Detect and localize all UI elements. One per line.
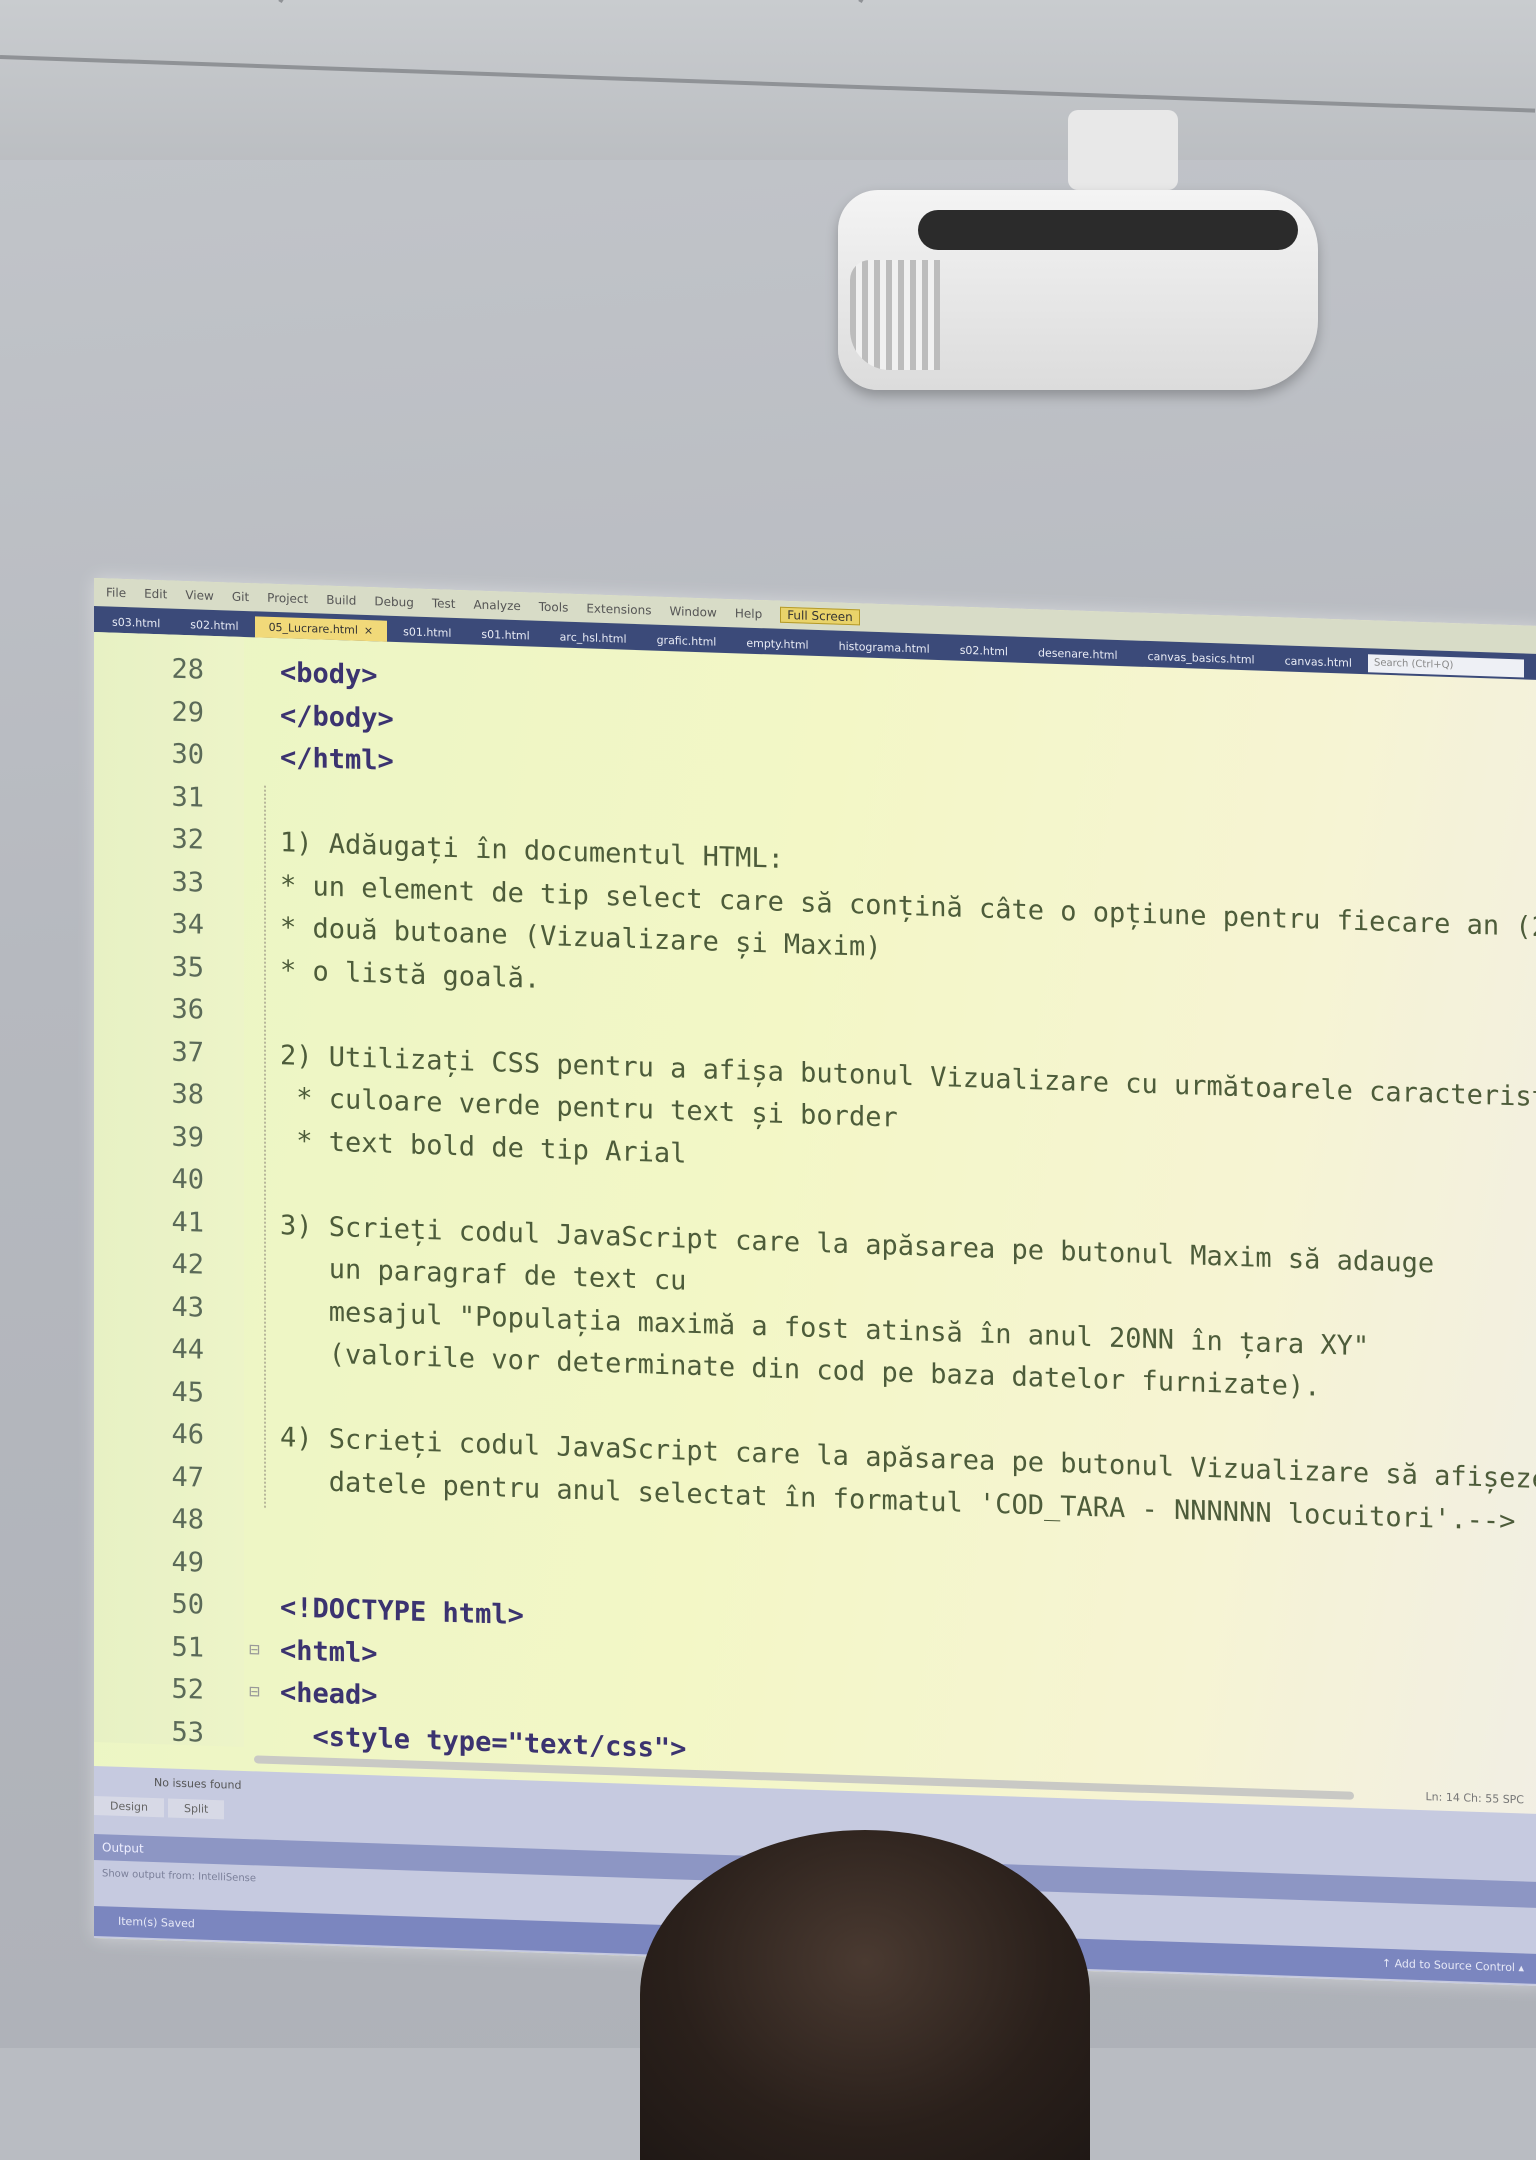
close-icon[interactable]: × xyxy=(364,624,373,637)
output-source-select[interactable]: Show output from: IntelliSense xyxy=(102,1868,256,1884)
line-number: 43 xyxy=(171,1291,204,1324)
projector-top-panel xyxy=(918,210,1298,250)
tab-s01-html[interactable]: s01.html xyxy=(389,621,465,645)
code-text: <head> xyxy=(280,1677,378,1712)
tab-grafic-html[interactable]: grafic.html xyxy=(643,629,731,653)
line-number: 32 xyxy=(171,823,204,856)
tab-label: empty.html xyxy=(746,636,809,652)
tab-label: arc_hsl.html xyxy=(559,630,627,646)
code-editor[interactable]: 28 <body> 29 </body> 30 </html> 31 32 1) Adăugaț… xyxy=(94,632,1536,1790)
menu-item-build[interactable]: Build xyxy=(326,593,356,608)
line-number: 52 xyxy=(171,1673,204,1706)
menu-item-help[interactable]: Help xyxy=(735,606,762,621)
add-to-source-control-button[interactable]: ↑ Add to Source Control ▴ xyxy=(1382,1949,1524,1984)
cursor-position: Ln: 14 Ch: 55 SPC xyxy=(1425,1790,1524,1807)
tab-label: s03.html xyxy=(112,615,161,631)
line-number: 36 xyxy=(171,993,204,1026)
menu-item-file[interactable]: File xyxy=(106,585,126,600)
fold-toggle-icon[interactable]: ⊟ xyxy=(249,1629,260,1671)
tab-label: s01.html xyxy=(481,627,530,643)
tab-s02-html[interactable]: s02.html xyxy=(946,639,1022,663)
fold-toggle-icon[interactable]: ⊟ xyxy=(249,1671,260,1713)
line-number: 46 xyxy=(171,1418,204,1451)
projector xyxy=(838,110,1318,395)
menu-item-view[interactable]: View xyxy=(185,588,213,603)
menu-item-project[interactable]: Project xyxy=(267,591,308,606)
ceiling-seam xyxy=(0,55,1536,113)
tab-label: s01.html xyxy=(403,625,452,640)
line-number: 50 xyxy=(171,1588,204,1621)
line-number: 40 xyxy=(171,1163,204,1196)
projector-vents xyxy=(850,260,940,370)
code-text: </body> xyxy=(280,699,394,735)
line-number: 28 xyxy=(171,653,204,686)
tab-design[interactable]: Design xyxy=(94,1796,164,1818)
issues-indicator[interactable]: No issues found xyxy=(154,1776,241,1792)
code-text: <html> xyxy=(280,1634,378,1669)
line-number: 47 xyxy=(171,1461,204,1494)
line-number: 30 xyxy=(171,738,204,771)
line-number: 33 xyxy=(171,866,204,899)
menu-item-tools[interactable]: Tools xyxy=(539,600,569,615)
tab-label: canvas.html xyxy=(1284,654,1352,670)
indent-guide xyxy=(264,785,266,1508)
tab-s03-html[interactable]: s03.html xyxy=(98,611,174,635)
projector-mount xyxy=(1068,110,1178,190)
tab-label: s02.html xyxy=(190,618,239,633)
tab-label: canvas_basics.html xyxy=(1147,649,1255,667)
tab-s01-html[interactable]: s01.html xyxy=(467,623,543,647)
menu-item-extensions[interactable]: Extensions xyxy=(586,601,651,617)
tab-label: 05_Lucrare.html xyxy=(268,620,358,637)
tab-empty-html[interactable]: empty.html xyxy=(732,632,822,656)
tab-label: grafic.html xyxy=(656,633,717,649)
line-number: 34 xyxy=(171,908,204,941)
tab-label: histograma.html xyxy=(838,639,930,656)
line-number: 44 xyxy=(171,1333,204,1366)
fullscreen-button[interactable]: Full Screen xyxy=(780,606,860,626)
ceiling-seam xyxy=(278,0,404,4)
menu-item-analyze[interactable]: Analyze xyxy=(473,598,520,614)
code-text: <body> xyxy=(280,657,378,692)
line-number: 49 xyxy=(171,1546,204,1579)
ceiling-seam xyxy=(858,0,937,3)
tab-label: s02.html xyxy=(959,643,1008,659)
menu-item-window[interactable]: Window xyxy=(670,604,717,620)
code-text: </html> xyxy=(280,742,394,777)
line-number: 35 xyxy=(171,951,204,984)
line-number: 42 xyxy=(171,1248,204,1281)
line-number: 53 xyxy=(171,1716,204,1749)
viewer-head-silhouette xyxy=(640,1830,1090,2160)
line-number: 39 xyxy=(171,1121,204,1154)
menu-item-git[interactable]: Git xyxy=(232,590,249,605)
line-number: 45 xyxy=(171,1376,204,1409)
menu-item-edit[interactable]: Edit xyxy=(144,587,167,602)
tab-s02-html[interactable]: s02.html xyxy=(176,614,252,638)
menu-item-test[interactable]: Test xyxy=(432,596,456,611)
line-number: 38 xyxy=(171,1078,204,1111)
design-view-tabs: Design Split xyxy=(94,1796,225,1820)
line-number: 37 xyxy=(171,1036,204,1069)
projector-body xyxy=(838,190,1318,390)
tab-split[interactable]: Split xyxy=(167,1798,225,1820)
line-number: 51 xyxy=(171,1631,204,1664)
projected-ide-window: File Edit View Git Project Build Debug Test Anal… xyxy=(94,578,1536,1987)
line-number: 48 xyxy=(171,1503,204,1536)
line-number: 31 xyxy=(171,781,204,814)
line-number: 29 xyxy=(171,696,204,729)
line-number: 41 xyxy=(171,1206,204,1239)
tab-label: desenare.html xyxy=(1037,646,1118,662)
code-text: <!DOCTYPE html> xyxy=(280,1592,524,1632)
menu-item-debug[interactable]: Debug xyxy=(374,594,413,609)
